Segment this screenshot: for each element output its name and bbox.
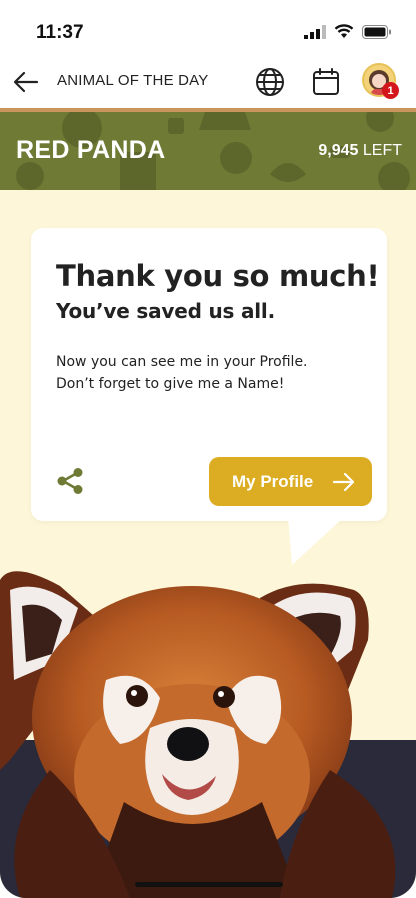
app-bar: ANIMAL OF THE DAY 1: [0, 58, 416, 108]
card-body-line-2: Don’t forget to give me a Name!: [56, 376, 285, 392]
battery-icon: [362, 24, 391, 39]
my-profile-button[interactable]: My Profile: [209, 457, 372, 506]
back-arrow-icon: [13, 71, 39, 93]
animal-name: RED PANDA: [16, 136, 166, 164]
status-bar: 11:37: [0, 0, 416, 58]
share-icon[interactable]: [55, 466, 85, 496]
notification-badge: 1: [382, 82, 399, 99]
remaining-count-value: 9,945: [318, 142, 359, 159]
card-subheading: You’ve saved us all.: [56, 299, 275, 323]
card-body-line-1: Now you can see me in your Profile.: [56, 354, 308, 370]
remaining-count: 9,945 LEFT: [318, 142, 402, 160]
my-profile-button-label: My Profile: [232, 471, 314, 491]
message-card: Thank you so much! You’ve saved us all. …: [31, 228, 387, 521]
screen: 11:37 ANIMAL OF THE DAY 1 RED PANDA 9,94…: [0, 0, 416, 898]
wifi-icon: [334, 24, 354, 38]
status-icons: [304, 24, 392, 39]
animal-banner: RED PANDA 9,945 LEFT: [0, 112, 416, 190]
back-button[interactable]: [10, 66, 42, 98]
red-panda-photo: [0, 571, 416, 898]
home-indicator[interactable]: [135, 882, 283, 887]
card-heading: Thank you so much!: [56, 259, 380, 293]
signal-icon: [304, 24, 326, 39]
status-time: 11:37: [36, 22, 84, 43]
globe-icon[interactable]: [254, 66, 286, 98]
speech-bubble-tail: [288, 517, 344, 565]
remaining-count-suffix: LEFT: [362, 142, 402, 159]
calendar-icon[interactable]: [310, 66, 342, 98]
page-title: ANIMAL OF THE DAY: [57, 72, 209, 89]
arrow-right-icon: [332, 472, 355, 492]
